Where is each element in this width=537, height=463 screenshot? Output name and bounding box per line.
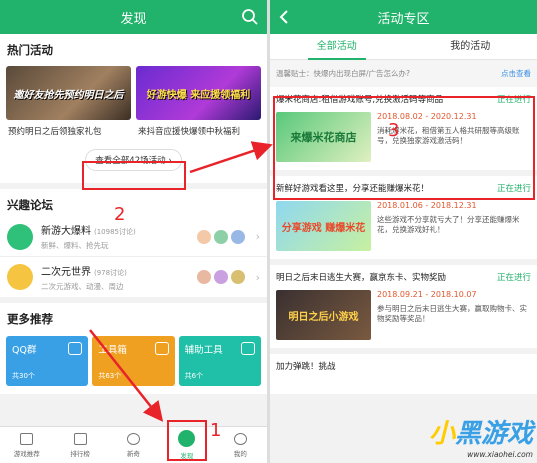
arrow-to-activity-box: [189, 141, 273, 174]
arrow-to-discover-tab: [89, 329, 164, 422]
annotation-arrows: [89, 141, 273, 422]
